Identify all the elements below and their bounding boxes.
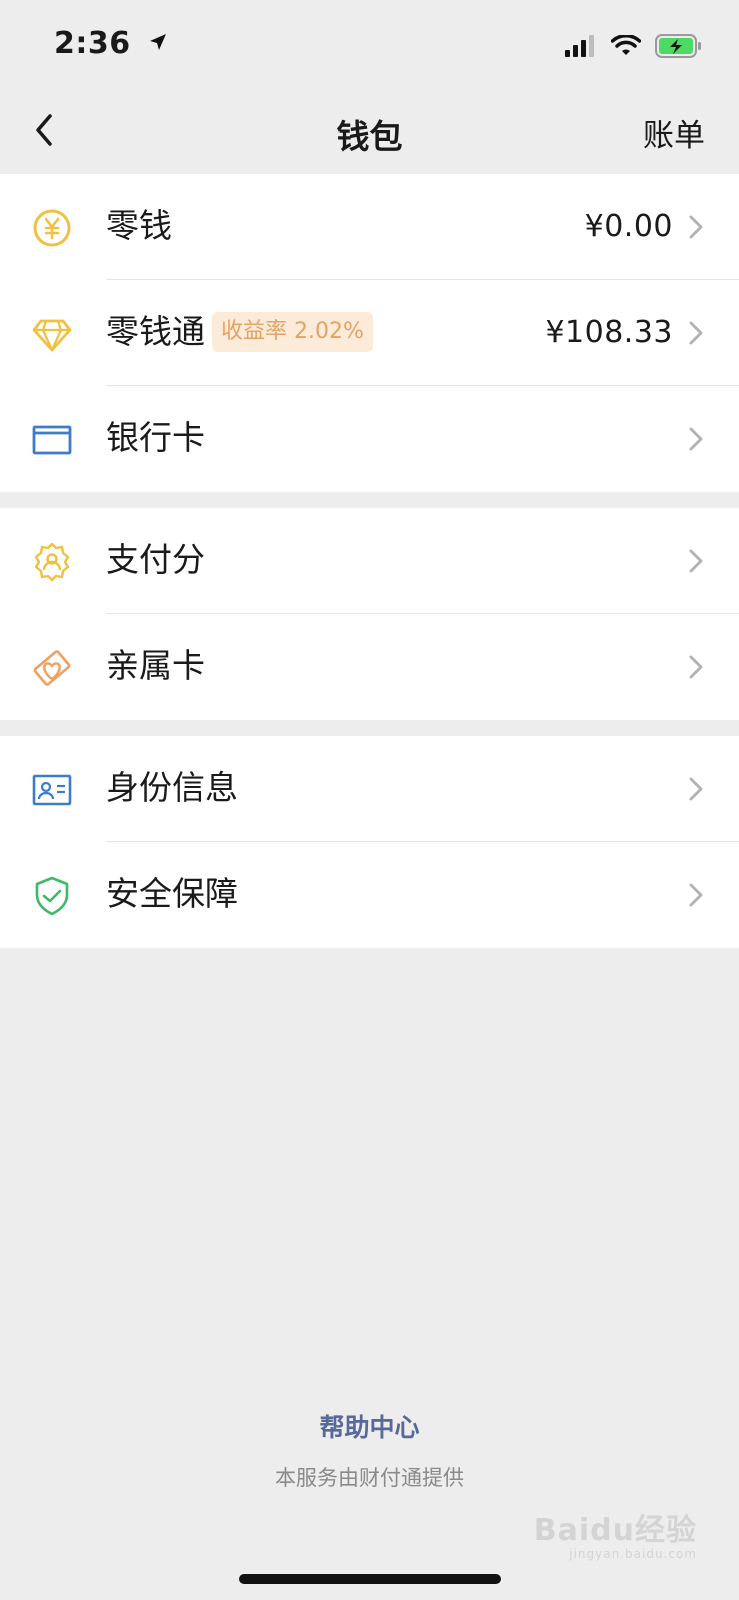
page-title: 钱包 <box>336 117 403 156</box>
chevron-right-icon <box>689 427 703 451</box>
wifi-icon <box>611 35 641 55</box>
provider-note: 本服务由财付通提供 <box>275 1466 464 1490</box>
list-item-label: 亲属卡 <box>106 646 205 685</box>
chevron-right-icon <box>689 777 703 801</box>
family-card-icon <box>31 647 73 689</box>
list-item-change-plus[interactable]: 零钱通 收益率 2.02% ¥108.33 <box>0 280 739 386</box>
list-item-label: 零钱通 <box>106 312 205 351</box>
bank-card-icon <box>31 419 73 461</box>
bill-button[interactable]: 账单 <box>643 110 705 155</box>
chevron-right-icon <box>689 549 703 573</box>
watermark-sub: jingyan.baidu.com <box>569 1547 697 1561</box>
battery-charging-icon <box>655 34 701 58</box>
list-item-label: 零钱 <box>106 206 172 245</box>
home-indicator[interactable] <box>239 1574 501 1584</box>
status-bar: 2:36 <box>0 0 739 96</box>
watermark: Baidu经验 jingyan.baidu.com <box>534 1505 697 1561</box>
chevron-right-icon <box>689 883 703 907</box>
help-center-link[interactable]: 帮助中心 <box>0 1408 739 1444</box>
list-item-security[interactable]: 安全保障 <box>0 842 739 948</box>
list-item-label: 安全保障 <box>106 874 238 913</box>
status-time: 2:36 <box>54 26 168 61</box>
shield-check-icon <box>31 875 73 917</box>
list-item-label: 银行卡 <box>106 418 205 457</box>
yield-badge: 收益率 2.02% <box>212 312 373 352</box>
list-item-pay-score[interactable]: 支付分 <box>0 508 739 614</box>
diamond-icon <box>31 313 73 355</box>
chevron-right-icon <box>689 321 703 345</box>
list-item-label: 支付分 <box>106 540 205 579</box>
wallet-group-funds: 零钱 ¥0.00 零钱通 收益率 2.02% ¥108.33 银行卡 <box>0 174 739 492</box>
status-time-text: 2:36 <box>54 26 131 61</box>
id-card-icon <box>31 769 73 811</box>
list-item-change[interactable]: 零钱 ¥0.00 <box>0 174 739 280</box>
badge-person-icon <box>31 541 73 583</box>
list-item-identity[interactable]: 身份信息 <box>0 736 739 842</box>
list-item-label: 身份信息 <box>106 768 238 807</box>
chevron-right-icon <box>689 655 703 679</box>
nav-bar: 钱包 账单 <box>0 96 739 174</box>
wallet-group-services: 支付分 亲属卡 <box>0 508 739 720</box>
yuan-coin-icon <box>31 207 73 249</box>
watermark-text: Baidu经验 <box>533 1513 697 1548</box>
wallet-group-security: 身份信息 安全保障 <box>0 736 739 948</box>
chevron-right-icon <box>689 215 703 239</box>
status-icons <box>565 34 703 58</box>
location-arrow-icon <box>149 33 166 50</box>
list-item-family-card[interactable]: 亲属卡 <box>0 614 739 720</box>
balance-value: ¥108.33 <box>545 315 673 350</box>
balance-value: ¥0.00 <box>584 209 673 244</box>
list-item-bank-card[interactable]: 银行卡 <box>0 386 739 492</box>
cellular-signal-icon <box>565 35 594 57</box>
